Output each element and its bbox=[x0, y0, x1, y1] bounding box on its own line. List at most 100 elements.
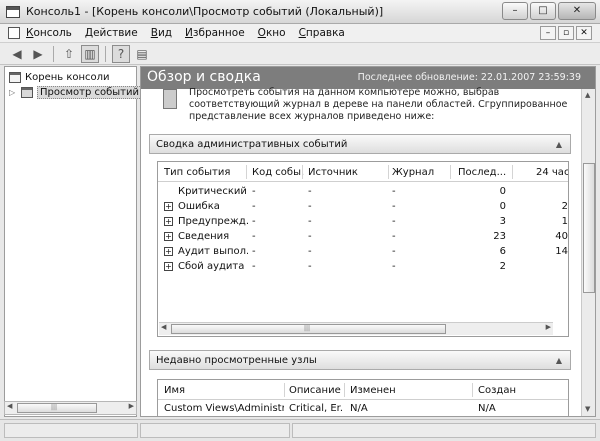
summary-table-horizontal-scrollbar[interactable]: ◀ ||| ▶ bbox=[159, 322, 553, 335]
tree-item-console-root[interactable]: Корень консоли bbox=[9, 70, 110, 85]
event-type-cell: Предупрежд... bbox=[178, 216, 248, 227]
recent-table-header: Имя Описание Изменен Создан bbox=[158, 380, 568, 400]
minimize-button[interactable]: – bbox=[502, 2, 528, 20]
menu-item-window[interactable]: Окно bbox=[258, 27, 286, 39]
column-separator bbox=[450, 165, 451, 179]
event-type-cell: Сведения bbox=[178, 231, 230, 242]
results-vertical-scrollbar[interactable]: ▲ ▼ bbox=[581, 89, 595, 416]
help-icon[interactable]: ? bbox=[112, 44, 130, 63]
mdi-close-button[interactable]: ✕ bbox=[576, 26, 592, 40]
expand-plus-icon[interactable]: + bbox=[164, 232, 173, 241]
scroll-thumb[interactable] bbox=[583, 163, 595, 293]
source-cell: - bbox=[308, 246, 312, 257]
event-code-cell: - bbox=[252, 246, 256, 257]
scroll-down-arrow-icon[interactable]: ▼ bbox=[585, 405, 590, 413]
toolbar: ◀ ▶ ⇧ ▥ ? ▤ bbox=[0, 43, 600, 65]
scroll-left-arrow-icon[interactable]: ◀ bbox=[7, 402, 12, 410]
column-separator bbox=[512, 165, 513, 179]
column-separator bbox=[388, 165, 389, 179]
collapse-caret-icon[interactable]: ▲ bbox=[556, 140, 562, 149]
window-controls: – □ ✕ bbox=[502, 2, 596, 20]
tree-item-event-viewer[interactable]: ▷ Просмотр событий bbox=[9, 85, 142, 100]
source-cell: - bbox=[308, 216, 312, 227]
event-type-cell: Критический bbox=[178, 186, 247, 197]
column-header-24-hours[interactable]: 24 час bbox=[536, 167, 568, 178]
expand-arrow-icon[interactable]: ▷ bbox=[9, 88, 17, 97]
expand-plus-icon[interactable]: + bbox=[164, 262, 173, 271]
modified-cell: N/A bbox=[350, 403, 368, 414]
mdi-minimize-button[interactable]: – bbox=[540, 26, 556, 40]
results-pane: Обзор и сводка Последнее обновление: 22.… bbox=[140, 66, 596, 417]
menu-item-console[interactable]: Консоль bbox=[26, 27, 72, 39]
menu-bar: Консоль Действие Вид Избранное Окно Спра… bbox=[0, 24, 600, 43]
scroll-right-arrow-icon[interactable]: ▶ bbox=[546, 323, 551, 331]
menu-item-help[interactable]: Справка bbox=[299, 27, 345, 39]
column-header-last-hour[interactable]: Послед... bbox=[458, 167, 513, 178]
scroll-grip-icon: ||| bbox=[51, 404, 58, 411]
column-header-event-type[interactable]: Тип события bbox=[164, 167, 244, 178]
source-cell: - bbox=[308, 231, 312, 242]
menu-item-view[interactable]: Вид bbox=[151, 27, 172, 39]
column-header-modified[interactable]: Изменен bbox=[350, 385, 470, 396]
name-cell: Custom Views\Administr... bbox=[164, 403, 284, 414]
log-cell: - bbox=[392, 246, 396, 257]
column-header-event-code[interactable]: Код собы... bbox=[252, 167, 304, 178]
action-pane-icon[interactable]: ▤ bbox=[133, 45, 151, 63]
event-code-cell: - bbox=[252, 186, 256, 197]
log-cell: - bbox=[392, 261, 396, 272]
maximize-button[interactable]: □ bbox=[530, 2, 556, 20]
forward-arrow-icon[interactable]: ▶ bbox=[29, 45, 47, 63]
column-header-log[interactable]: Журнал bbox=[392, 167, 448, 178]
event-code-cell: - bbox=[252, 216, 256, 227]
last-hour-cell: 3 bbox=[499, 216, 506, 227]
toolbar-separator bbox=[53, 45, 54, 62]
mdi-controls: – ▫ ✕ bbox=[540, 26, 592, 40]
show-hide-tree-icon[interactable]: ▥ bbox=[81, 44, 99, 63]
column-header-name[interactable]: Имя bbox=[164, 385, 284, 396]
column-separator bbox=[302, 165, 303, 179]
last-hour-cell: 23 bbox=[493, 231, 506, 242]
status-panel bbox=[140, 423, 290, 438]
console-root-icon bbox=[9, 72, 21, 83]
description-cell: Critical, Er... bbox=[289, 403, 344, 414]
column-separator bbox=[246, 165, 247, 179]
log-cell: - bbox=[392, 201, 396, 212]
recent-nodes-section-title: Недавно просмотренные узлы bbox=[156, 354, 317, 366]
collapse-caret-icon[interactable]: ▲ bbox=[556, 356, 562, 365]
scroll-left-arrow-icon[interactable]: ◀ bbox=[161, 323, 166, 331]
tree-horizontal-scrollbar[interactable]: ◀ ||| ▶ bbox=[4, 401, 137, 415]
menu-item-favorites[interactable]: Избранное bbox=[185, 27, 245, 39]
recent-nodes-section-header[interactable]: Недавно просмотренные узлы ▲ bbox=[149, 350, 571, 370]
back-arrow-icon[interactable]: ◀ bbox=[8, 45, 26, 63]
tree-item-label: Корень консоли bbox=[25, 72, 110, 83]
log-cell: - bbox=[392, 216, 396, 227]
event-type-cell: Сбой аудита bbox=[178, 261, 245, 272]
expand-plus-icon[interactable]: + bbox=[164, 247, 173, 256]
created-cell: N/A bbox=[478, 403, 496, 414]
column-header-description[interactable]: Описание bbox=[289, 385, 344, 396]
scroll-right-arrow-icon[interactable]: ▶ bbox=[129, 402, 134, 410]
expand-plus-icon[interactable]: + bbox=[164, 217, 173, 226]
column-separator bbox=[472, 383, 473, 397]
up-folder-icon[interactable]: ⇧ bbox=[60, 45, 78, 63]
menu-item-action[interactable]: Действие bbox=[85, 27, 138, 39]
source-cell: - bbox=[308, 261, 312, 272]
scroll-up-arrow-icon[interactable]: ▲ bbox=[585, 91, 590, 99]
column-header-created[interactable]: Создан bbox=[478, 385, 558, 396]
overview-header: Обзор и сводка Последнее обновление: 22.… bbox=[141, 67, 595, 89]
last-hour-cell: 6 bbox=[499, 246, 506, 257]
document-icon[interactable] bbox=[8, 27, 20, 39]
h24-cell: 14 bbox=[555, 246, 568, 257]
summary-events-table: Тип события Код собы... Источник Журнал … bbox=[157, 161, 569, 337]
close-button[interactable]: ✕ bbox=[558, 2, 596, 20]
console-tree: Корень консоли ▷ Просмотр событий bbox=[4, 66, 142, 417]
column-header-source[interactable]: Источник bbox=[308, 167, 388, 178]
last-hour-cell: 0 bbox=[499, 186, 506, 197]
status-panel bbox=[4, 423, 138, 438]
last-update-label: Последнее обновление: 22.01.2007 23:59:3… bbox=[357, 72, 581, 83]
summary-section-header[interactable]: Сводка административных событий ▲ bbox=[149, 134, 571, 154]
mdi-restore-button[interactable]: ▫ bbox=[558, 26, 574, 40]
title-bar: Консоль1 - [Корень консоли\Просмотр собы… bbox=[0, 0, 600, 24]
last-hour-cell: 0 bbox=[499, 201, 506, 212]
expand-plus-icon[interactable]: + bbox=[164, 202, 173, 211]
